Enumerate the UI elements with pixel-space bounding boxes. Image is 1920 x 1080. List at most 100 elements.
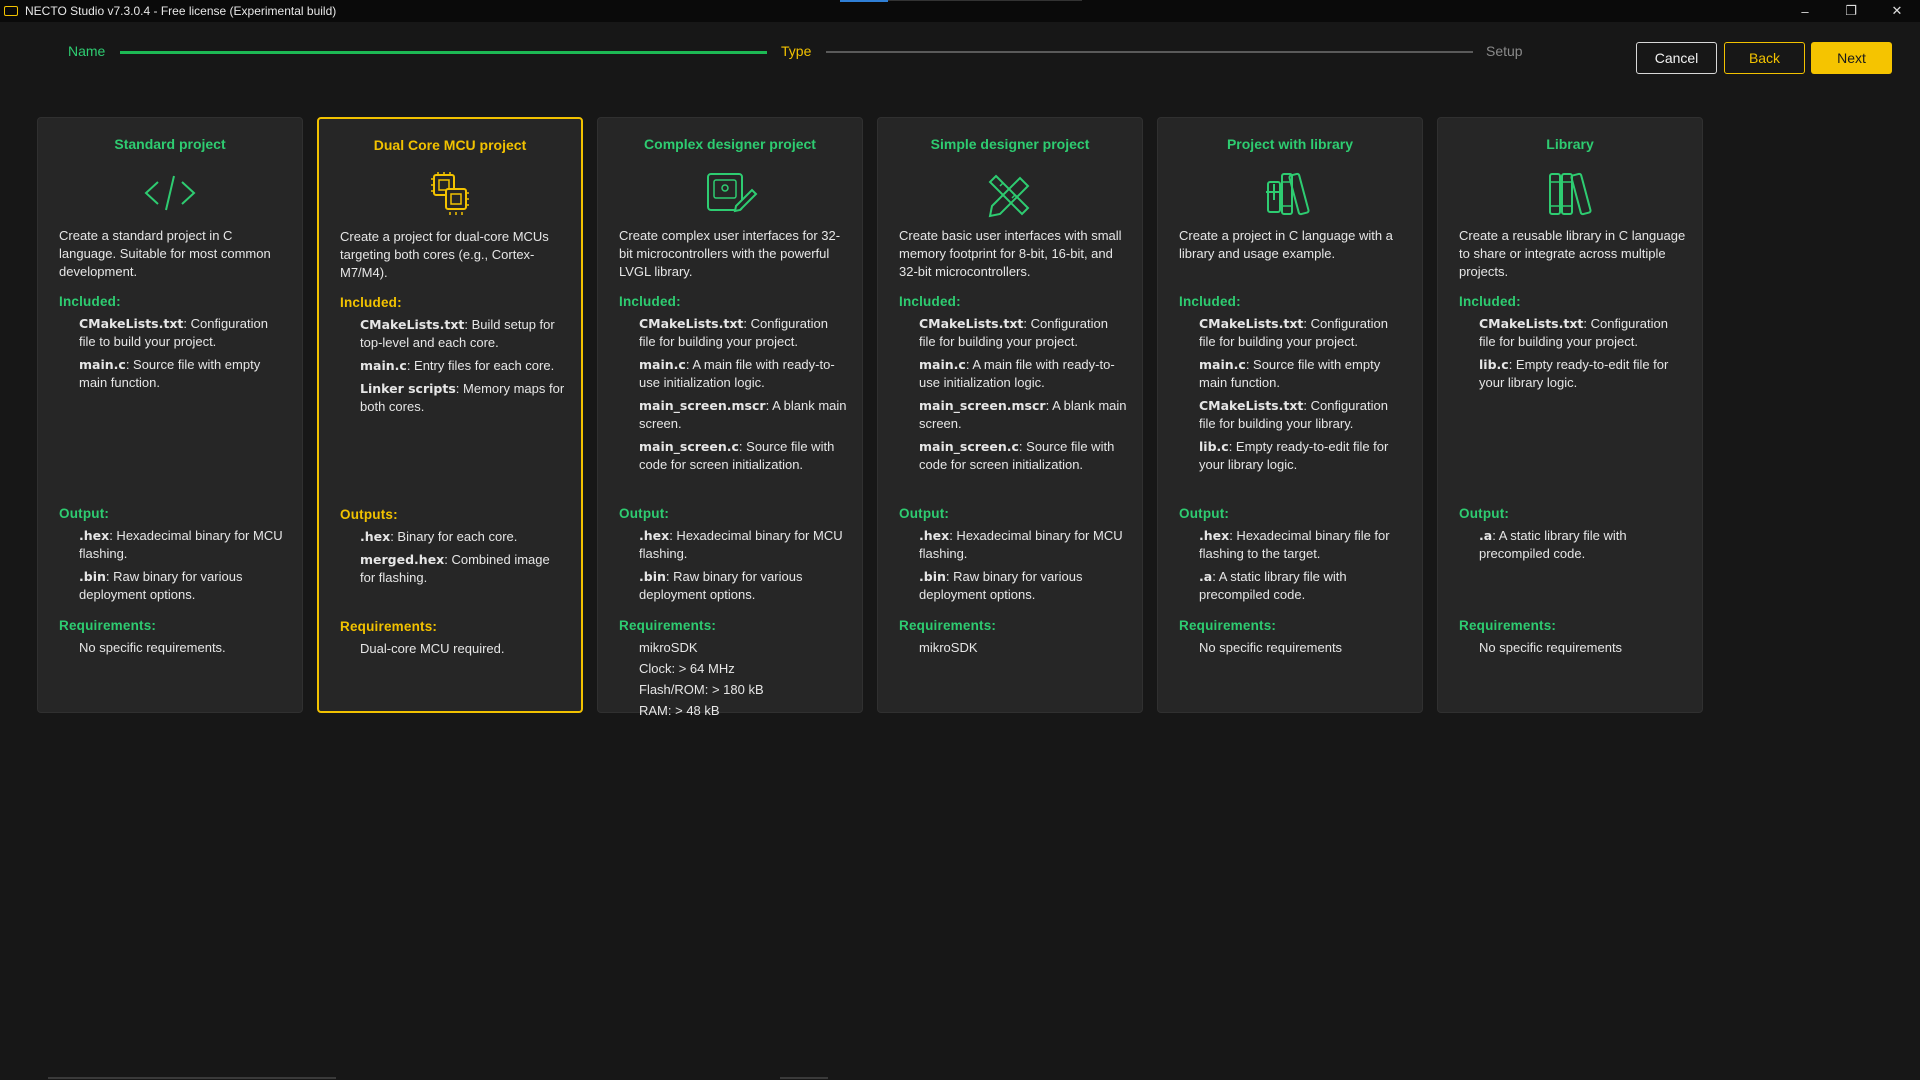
step-name: Name — [68, 43, 106, 59]
included-item: main.c: Entry files for each core. — [360, 357, 567, 375]
wizard-stepper: Name Type Setup Cancel Back Next — [0, 0, 1920, 80]
included-item: CMakeLists.txt: Configuration file for b… — [1479, 315, 1688, 351]
file-name: CMakeLists.txt — [1479, 316, 1584, 331]
file-name: Linker scripts — [360, 381, 456, 396]
card-description: Create a project in C language with a li… — [1179, 228, 1393, 261]
project-card-standard-project[interactable]: Standard project Create a standard projec… — [37, 117, 303, 713]
project-card-simple-designer-project[interactable]: Simple designer project Create basic user… — [877, 117, 1143, 713]
back-button[interactable]: Back — [1724, 42, 1805, 74]
requirement-item: Clock: > 64 MHz — [639, 661, 735, 676]
file-name: CMakeLists.txt — [919, 316, 1024, 331]
included-item: main.c: A main file with ready-to-use in… — [919, 356, 1128, 392]
scroll-indicator — [780, 1077, 828, 1079]
included-list: CMakeLists.txt: Build setup for top-leve… — [360, 316, 567, 421]
included-list: CMakeLists.txt: Configuration file for b… — [1479, 315, 1688, 397]
requirements-list: Dual-core MCU required. — [360, 640, 567, 661]
included-item: lib.c: Empty ready-to-edit file for your… — [1479, 356, 1688, 392]
output-list: .a: A static library file with precompil… — [1479, 527, 1688, 568]
included-item: main_screen.c: Source file with code for… — [919, 438, 1128, 474]
card-title: Library — [1546, 136, 1594, 152]
requirement-item: No specific requirements — [1199, 640, 1343, 655]
requirement-item: Flash/ROM: > 180 kB — [639, 682, 764, 697]
output-file-name: .hex — [79, 528, 110, 543]
file-description: : Entry files for each core. — [406, 358, 555, 373]
file-name: lib.c — [1199, 439, 1229, 454]
output-item: .hex: Hexadecimal binary for MCU flashin… — [919, 527, 1128, 563]
output-file-name: .hex — [1199, 528, 1230, 543]
card-description: Create a project for dual-core MCUs targ… — [340, 229, 549, 280]
next-button[interactable]: Next — [1811, 42, 1892, 74]
horizontal-scrollbar[interactable] — [48, 1077, 336, 1079]
included-list: CMakeLists.txt: Configuration file for b… — [1199, 315, 1408, 479]
output-item: .hex: Hexadecimal binary for MCU flashin… — [79, 527, 288, 563]
requirements-list: No specific requirements. — [79, 639, 288, 660]
requirements-heading: Requirements: — [899, 618, 997, 633]
card-title: Project with library — [1226, 136, 1354, 152]
output-item: .hex: Hexadecimal binary file for flashi… — [1199, 527, 1408, 563]
file-name: main.c — [639, 357, 686, 372]
output-list: .hex: Hexadecimal binary for MCU flashin… — [79, 527, 288, 609]
output-file-name: .hex — [360, 529, 391, 544]
included-item: main.c: Source file with empty main func… — [79, 356, 288, 392]
card-title: Dual Core MCU project — [373, 137, 527, 153]
included-heading: Included: — [619, 294, 681, 309]
included-item: lib.c: Empty ready-to-edit file for your… — [1199, 438, 1408, 474]
output-file-name: .a — [1199, 569, 1213, 584]
step-setup: Setup — [1486, 43, 1523, 59]
file-name: CMakeLists.txt — [1199, 316, 1304, 331]
included-item: CMakeLists.txt: Configuration file to bu… — [79, 315, 288, 351]
included-heading: Included: — [899, 294, 961, 309]
cancel-button[interactable]: Cancel — [1636, 42, 1717, 74]
project-card-complex-designer-project[interactable]: Complex designer project Create complex u… — [597, 117, 863, 718]
file-name: main.c — [360, 358, 407, 373]
output-description: : Hexadecimal binary for MCU flashing. — [79, 528, 283, 561]
included-item: main_screen.mscr: A blank main screen. — [919, 397, 1128, 433]
included-item: CMakeLists.txt: Configuration file for b… — [1199, 315, 1408, 351]
output-description: : Hexadecimal binary for MCU flashing. — [639, 528, 843, 561]
output-description: : A static library file with precompiled… — [1479, 528, 1627, 561]
dual-chip-icon — [420, 169, 480, 219]
file-name: main_screen.mscr — [919, 398, 1046, 413]
output-heading: Outputs: — [340, 507, 398, 522]
file-name: CMakeLists.txt — [360, 317, 465, 332]
included-heading: Included: — [1179, 294, 1241, 309]
included-list: CMakeLists.txt: Configuration file for b… — [639, 315, 848, 479]
output-file-name: .bin — [639, 569, 666, 584]
output-file-name: .bin — [919, 569, 946, 584]
output-file-name: .a — [1479, 528, 1493, 543]
card-description: Create complex user interfaces for 32-bi… — [619, 228, 841, 279]
included-item: CMakeLists.txt: Configuration file for b… — [919, 315, 1128, 351]
included-heading: Included: — [59, 294, 121, 309]
file-name: main_screen.c — [639, 439, 739, 454]
output-description: : Binary for each core. — [390, 529, 518, 544]
requirement-item: mikroSDK — [919, 640, 978, 655]
included-item: CMakeLists.txt: Build setup for top-leve… — [360, 316, 567, 352]
included-item: CMakeLists.txt: Configuration file for b… — [1199, 397, 1408, 433]
output-heading: Output: — [1459, 506, 1510, 521]
included-item: Linker scripts: Memory maps for both cor… — [360, 380, 567, 416]
requirements-heading: Requirements: — [1179, 618, 1277, 633]
card-title: Complex designer project — [644, 136, 816, 152]
card-description: Create a reusable library in C language … — [1459, 228, 1686, 279]
output-heading: Output: — [899, 506, 950, 521]
card-description: Create basic user interfaces with small … — [899, 228, 1122, 279]
output-description: : Hexadecimal binary for MCU flashing. — [919, 528, 1123, 561]
step-progress-line-pending — [826, 51, 1473, 53]
requirements-heading: Requirements: — [619, 618, 717, 633]
output-item: .hex: Binary for each core. — [360, 528, 567, 546]
file-name: main.c — [1199, 357, 1246, 372]
output-description: : A static library file with precompiled… — [1199, 569, 1347, 602]
output-heading: Output: — [1179, 506, 1230, 521]
requirements-heading: Requirements: — [59, 618, 157, 633]
project-card-project-with-library[interactable]: Project with library Create a project in … — [1157, 117, 1423, 713]
included-list: CMakeLists.txt: Configuration file to bu… — [79, 315, 288, 397]
output-item: .a: A static library file with precompil… — [1199, 568, 1408, 604]
file-name: main.c — [79, 357, 126, 372]
included-item: main_screen.c: Source file with code for… — [639, 438, 848, 474]
included-list: CMakeLists.txt: Configuration file for b… — [919, 315, 1128, 479]
project-card-dual-core-mcu-project[interactable]: Dual Core MCU project Create a project fo… — [317, 117, 583, 713]
project-card-library[interactable]: Library Create a reusable library in C la… — [1437, 117, 1703, 713]
file-name: main.c — [919, 357, 966, 372]
requirement-item: RAM: > 48 kB — [639, 703, 720, 718]
file-name: CMakeLists.txt — [639, 316, 744, 331]
